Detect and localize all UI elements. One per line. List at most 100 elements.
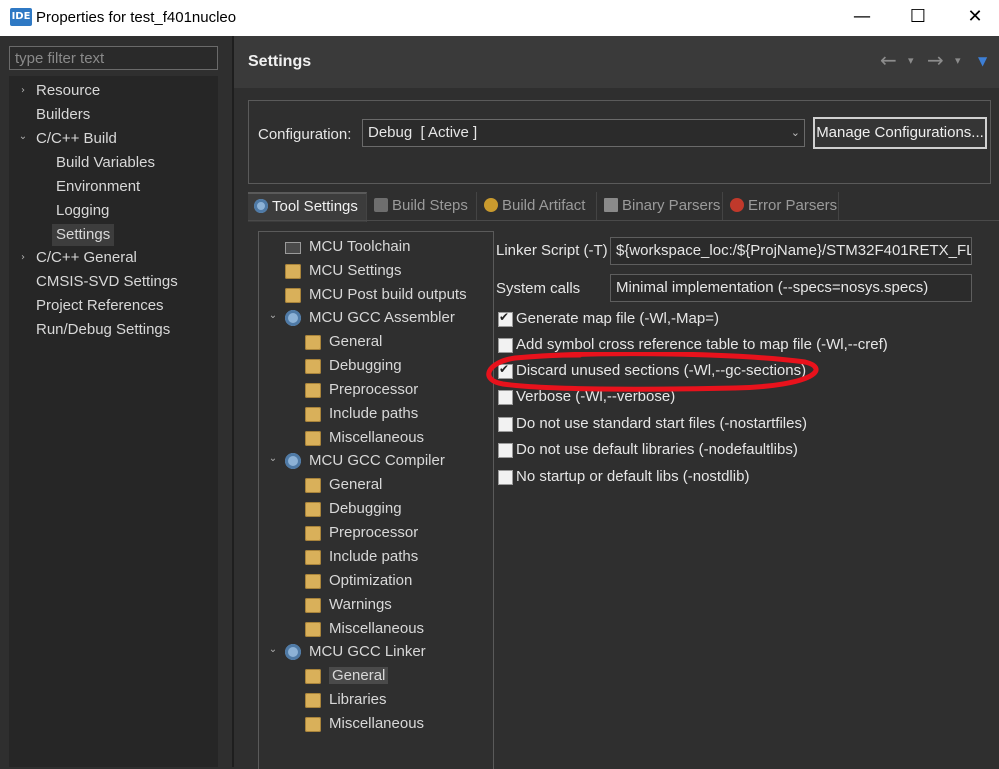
tree-item-assembler-include-paths[interactable]: Include paths <box>305 403 418 425</box>
nav-item-cpp-build[interactable]: ⌄ C/C++ Build <box>17 128 117 150</box>
nav-item-run-debug-settings[interactable]: Run/Debug Settings <box>36 319 170 341</box>
generate-map-file-label: Generate map file (-Wl,-Map=) <box>516 310 719 327</box>
wrench-icon <box>374 198 388 212</box>
settings-folder-icon <box>305 598 321 613</box>
tree-item-mcu-settings[interactable]: MCU Settings <box>285 260 402 282</box>
tree-item-assembler-general[interactable]: General <box>305 331 382 353</box>
filter-input[interactable]: type filter text <box>9 46 218 70</box>
nodefaultlibs-checkbox[interactable] <box>498 443 513 458</box>
nav-item-settings[interactable]: Settings <box>52 224 115 246</box>
cross-reference-label: Add symbol cross reference table to map … <box>516 336 888 353</box>
nav-item-project-references[interactable]: Project References <box>36 295 164 317</box>
back-dropdown-icon[interactable]: ▾ <box>908 54 914 67</box>
tree-item-linker-miscellaneous[interactable]: Miscellaneous <box>305 713 424 735</box>
verbose-checkbox[interactable] <box>498 390 513 405</box>
nostartfiles-checkbox[interactable] <box>498 417 513 432</box>
generate-map-file-checkbox[interactable] <box>498 310 513 327</box>
tab-tool-settings[interactable]: Tool Settings <box>248 192 367 222</box>
error-icon <box>730 198 744 212</box>
tree-item-mcu-gcc-linker[interactable]: ⌄ MCU GCC Linker <box>267 641 426 663</box>
page-title: Settings <box>248 53 312 70</box>
tree-item-compiler-optimization[interactable]: Optimization <box>305 570 412 592</box>
tree-item-compiler-debugging[interactable]: Debugging <box>305 498 402 520</box>
tool-settings-panel: MCU Toolchain MCU Settings MCU Post buil… <box>248 220 999 769</box>
tab-error-parsers[interactable]: Error Parsers <box>724 192 839 220</box>
minimize-button[interactable]: — <box>839 0 885 34</box>
tree-item-label: General <box>329 476 383 493</box>
nav-item-logging[interactable]: Logging <box>56 200 109 222</box>
tree-item-label: General <box>329 333 383 350</box>
tree-item-mcu-gcc-assembler[interactable]: ⌄ MCU GCC Assembler <box>267 307 455 329</box>
configuration-select[interactable]: Debug [ Active ] ⌄ <box>362 119 805 147</box>
tree-item-assembler-miscellaneous[interactable]: Miscellaneous <box>305 427 424 449</box>
nav-item-build-variables[interactable]: Build Variables <box>56 152 155 174</box>
settings-folder-icon <box>305 717 321 732</box>
tree-item-assembler-preprocessor[interactable]: Preprocessor <box>305 379 418 401</box>
forward-dropdown-icon[interactable]: ▾ <box>955 54 961 67</box>
configuration-group: Configuration: Debug [ Active ] ⌄ Manage… <box>248 100 991 184</box>
chevron-down-icon[interactable]: ⌄ <box>267 305 279 327</box>
tree-item-mcu-toolchain[interactable]: MCU Toolchain <box>285 236 410 258</box>
tree-item-assembler-debugging[interactable]: Debugging <box>305 355 402 377</box>
tree-item-compiler-include-paths[interactable]: Include paths <box>305 546 418 568</box>
nostdlib-checkbox[interactable] <box>498 470 513 485</box>
linker-script-input[interactable]: ${workspace_loc:/${ProjName}/STM32F401RE… <box>610 237 972 265</box>
tree-item-label: Include paths <box>329 405 419 422</box>
window-title-bar: IDE Properties for test_f401nucleo — ☐ ✕ <box>0 0 999 36</box>
tree-item-label: Debugging <box>329 357 402 374</box>
manage-configurations-button[interactable]: Manage Configurations... <box>813 117 987 149</box>
maximize-button[interactable]: ☐ <box>895 0 941 34</box>
binary-icon <box>604 198 618 212</box>
cross-reference-checkbox[interactable] <box>498 338 513 353</box>
tree-item-mcu-gcc-compiler[interactable]: ⌄ MCU GCC Compiler <box>267 450 445 472</box>
nodefaultlibs-label: Do not use default libraries (-nodefault… <box>516 441 798 458</box>
chevron-right-icon[interactable]: › <box>17 247 29 269</box>
settings-folder-icon <box>305 622 321 637</box>
tree-item-compiler-warnings[interactable]: Warnings <box>305 594 392 616</box>
nav-item-resource[interactable]: › Resource <box>17 80 100 102</box>
tab-build-artifact[interactable]: Build Artifact <box>478 192 597 220</box>
settings-folder-icon <box>305 669 321 684</box>
nav-item-environment[interactable]: Environment <box>56 176 140 198</box>
settings-folder-icon <box>305 407 321 422</box>
system-calls-label: System calls <box>496 280 581 297</box>
settings-folder-icon <box>285 264 301 279</box>
back-arrow-icon[interactable]: ← <box>880 48 897 72</box>
tree-item-mcu-post-build-outputs[interactable]: MCU Post build outputs <box>285 284 467 306</box>
gear-icon <box>285 310 301 326</box>
settings-folder-icon <box>305 502 321 517</box>
property-tree: › Resource Builders ⌄ C/C++ Build Build … <box>9 76 218 767</box>
chevron-down-icon[interactable]: ⌄ <box>267 448 279 470</box>
view-menu-icon[interactable]: ▼ <box>978 54 987 68</box>
chevron-down-icon[interactable]: ⌄ <box>17 126 29 148</box>
nav-item-label: C/C++ Build <box>36 130 117 147</box>
settings-folder-icon <box>305 431 321 446</box>
close-button[interactable]: ✕ <box>952 0 998 34</box>
chevron-down-icon[interactable]: ⌄ <box>791 120 800 146</box>
system-calls-select[interactable]: Minimal implementation (--specs=nosys.sp… <box>610 274 972 302</box>
tab-label: Tool Settings <box>272 198 358 215</box>
tab-label: Build Steps <box>392 197 468 214</box>
chevron-right-icon[interactable]: › <box>17 80 29 102</box>
tree-item-label: MCU Toolchain <box>309 238 411 255</box>
nav-item-label: Resource <box>36 82 101 99</box>
settings-folder-icon <box>305 574 321 589</box>
tree-item-compiler-miscellaneous[interactable]: Miscellaneous <box>305 618 424 640</box>
window-title: Properties for test_f401nucleo <box>36 9 237 26</box>
ide-app-icon: IDE <box>10 8 32 26</box>
tab-build-steps[interactable]: Build Steps <box>368 192 477 220</box>
chevron-down-icon[interactable]: ⌄ <box>267 639 279 661</box>
tree-item-linker-libraries[interactable]: Libraries <box>305 689 387 711</box>
nav-item-builders[interactable]: Builders <box>36 104 90 126</box>
nav-item-cpp-general[interactable]: › C/C++ General <box>17 247 137 269</box>
forward-arrow-icon[interactable]: → <box>927 48 944 72</box>
nav-item-label: C/C++ General <box>36 249 137 266</box>
tree-item-label: Include paths <box>329 548 419 565</box>
nav-item-cmsis-svd-settings[interactable]: CMSIS-SVD Settings <box>36 271 178 293</box>
tree-item-compiler-preprocessor[interactable]: Preprocessor <box>305 522 418 544</box>
tree-item-linker-general[interactable]: General <box>305 665 389 687</box>
tab-label: Binary Parsers <box>622 197 721 214</box>
tree-item-compiler-general[interactable]: General <box>305 474 382 496</box>
tab-binary-parsers[interactable]: Binary Parsers <box>598 192 723 220</box>
gear-icon <box>254 199 268 213</box>
